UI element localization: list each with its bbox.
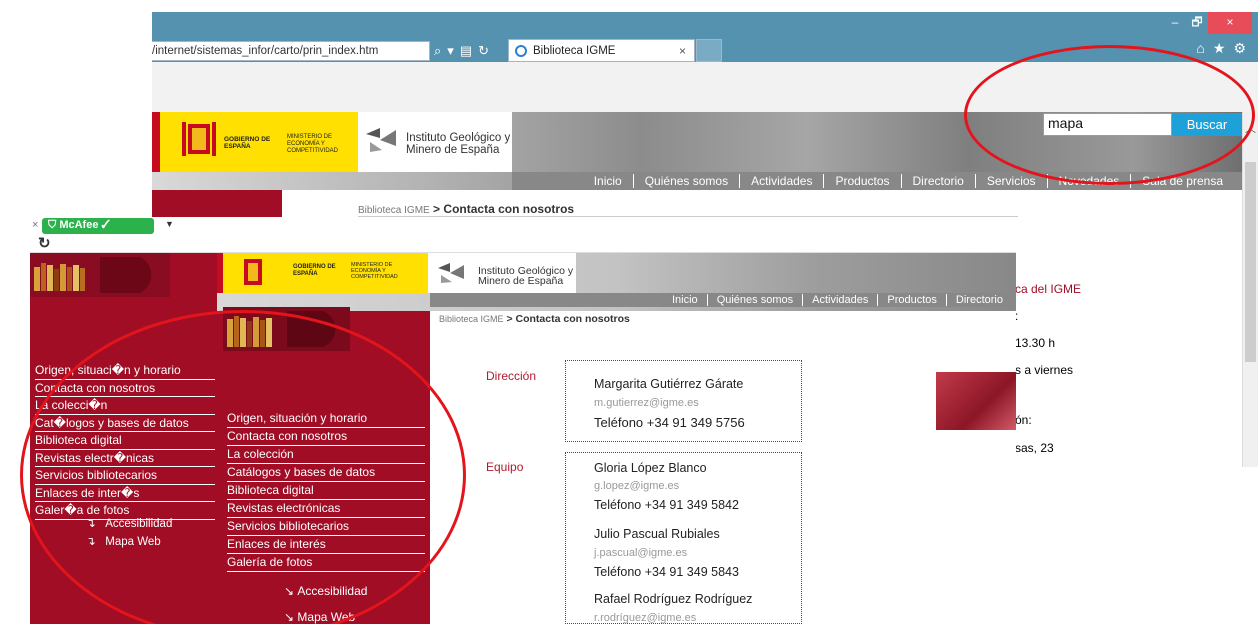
days-fragment: s a viernes bbox=[1015, 363, 1074, 377]
menu-item-quienes-somos[interactable]: Quiénes somos bbox=[634, 174, 741, 188]
menu-item-inicio[interactable]: Inicio bbox=[663, 294, 708, 306]
eu-flag-strip bbox=[152, 112, 160, 172]
chevron-down-icon[interactable]: ▾ bbox=[447, 43, 454, 59]
team-member-email[interactable]: j.pascual@igme.es bbox=[594, 547, 687, 559]
ie-logo-icon bbox=[515, 45, 527, 57]
gobierno-label: GOBIERNO DE ESPAÑA bbox=[224, 136, 271, 150]
igme-logo[interactable]: Instituto Geológico y Minero de España bbox=[358, 112, 512, 172]
street-fragment: sas, 23 bbox=[1015, 441, 1054, 455]
team-member-name: Rafael Rodríguez Rodríguez bbox=[594, 592, 753, 606]
team-member-email[interactable]: r.rodríguez@igme.es bbox=[594, 612, 696, 624]
chevron-down-icon[interactable]: ▼ bbox=[165, 219, 174, 229]
breadcrumb-separator: > bbox=[433, 202, 441, 216]
equipo-label: Equipo bbox=[486, 460, 524, 474]
tab-label: Biblioteca IGME bbox=[533, 45, 616, 57]
director-email[interactable]: m.gutierrez@igme.es bbox=[594, 397, 699, 409]
browser-right-tools: ⌂ ★ ⚙ bbox=[1196, 40, 1246, 57]
mcafee-shield-icon: ⛉ bbox=[48, 219, 57, 231]
menu-item-quienes-somos[interactable]: Quiénes somos bbox=[708, 294, 804, 306]
gobierno-label: GOBIERNO DE ESPAÑA bbox=[293, 264, 336, 277]
director-phone: Teléfono +34 91 349 5756 bbox=[594, 415, 745, 430]
menu-item-inicio[interactable]: Inicio bbox=[583, 174, 634, 188]
menu-item-actividades[interactable]: Actividades bbox=[803, 294, 879, 306]
biblioteca-logo-small[interactable] bbox=[30, 253, 170, 297]
team-member-name: Gloria López Blanco bbox=[594, 461, 707, 475]
igme-logo-icon bbox=[438, 263, 464, 283]
minimize-button[interactable]: – bbox=[1164, 12, 1186, 34]
institute-name: Instituto Geológico y Minero de España bbox=[406, 132, 511, 156]
team-member-phone: Teléfono +34 91 349 5843 bbox=[594, 565, 739, 579]
favorites-star-icon[interactable]: ★ bbox=[1213, 40, 1226, 57]
tab-close-icon[interactable]: × bbox=[679, 44, 686, 58]
compat-icon[interactable]: ▤ bbox=[460, 43, 472, 59]
search-icon[interactable]: ⌕ bbox=[434, 43, 441, 59]
breadcrumb-root[interactable]: Biblioteca IGME bbox=[358, 205, 430, 216]
ministerio-label: MINISTERIO DE ECONOMÍA Y COMPETITIVIDAD bbox=[351, 262, 398, 280]
gear-icon[interactable]: ⚙ bbox=[1233, 40, 1246, 57]
restore-button[interactable]: 🗗 bbox=[1186, 12, 1208, 34]
breadcrumb: Biblioteca IGME > Contacta con nosotros bbox=[358, 202, 574, 216]
igme-logo-icon bbox=[366, 128, 396, 152]
breadcrumb-current: Contacta con nosotros bbox=[443, 202, 575, 216]
highlight-ellipse-nav bbox=[20, 310, 466, 624]
building-photo bbox=[936, 372, 1016, 430]
ministerio-label: MINISTERIO DE ECONOMÍA Y COMPETITIVIDAD bbox=[287, 134, 339, 154]
screenshot-stage: /internet/sistemas_infor/carto/prin_inde… bbox=[0, 0, 1258, 624]
tab-biblioteca-igme[interactable]: Biblioteca IGME × bbox=[508, 39, 695, 62]
check-icon: ✓ bbox=[101, 219, 110, 231]
mcafee-button[interactable]: ⛉ McAfee ✓ bbox=[42, 218, 154, 234]
menu-item-directorio[interactable]: Directorio bbox=[902, 174, 976, 188]
books-logo-icon bbox=[34, 257, 152, 293]
breadcrumb-separator: > bbox=[506, 313, 513, 325]
scrollbar[interactable]: ︿ bbox=[1242, 112, 1258, 467]
home-icon[interactable]: ⌂ bbox=[1196, 40, 1204, 57]
address-tools: ⌕ ▾ ▤ ↻ bbox=[434, 41, 504, 61]
director-name: Margarita Gutiérrez Gárate bbox=[594, 377, 744, 391]
main-menu: Inicio Quiénes somos Actividades Product… bbox=[430, 293, 1016, 307]
address-label-fragment: ón: bbox=[1015, 413, 1032, 427]
menu-item-servicios[interactable]: Servicios bbox=[976, 174, 1048, 188]
refresh-icon[interactable]: ↻ bbox=[478, 43, 489, 59]
close-window-button[interactable]: × bbox=[1208, 12, 1252, 34]
close-icon[interactable]: × bbox=[32, 219, 38, 231]
hours-fragment: 13.30 h bbox=[1015, 336, 1056, 350]
library-name-fragment[interactable]: ca del IGME bbox=[1015, 282, 1081, 296]
menu-item-productos[interactable]: Productos bbox=[824, 174, 902, 188]
igme-logo[interactable]: Instituto Geológico y Minero de España bbox=[428, 253, 576, 293]
mcafee-label: McAfee bbox=[59, 219, 99, 231]
gobierno-logo[interactable]: GOBIERNO DE ESPAÑA MINISTERIO DE ECONOMÍ… bbox=[223, 253, 428, 293]
front-toolbar bbox=[30, 217, 1016, 253]
scrollbar-thumb[interactable] bbox=[1245, 162, 1256, 362]
breadcrumb: Biblioteca IGME > Contacta con nosotros bbox=[439, 313, 630, 325]
menu-item-directorio[interactable]: Directorio bbox=[947, 294, 1012, 306]
institute-name: Instituto Geológico y Minero de España bbox=[478, 265, 574, 287]
menu-item-actividades[interactable]: Actividades bbox=[740, 174, 825, 188]
refresh-icon[interactable]: ↻ bbox=[38, 234, 51, 252]
team-member-name: Julio Pascual Rubiales bbox=[594, 527, 720, 541]
direccion-label: Dirección bbox=[486, 369, 537, 383]
team-member-phone: Teléfono +34 91 349 5842 bbox=[594, 498, 739, 512]
highlight-ellipse-search bbox=[964, 45, 1255, 185]
breadcrumb-current: Contacta con nosotros bbox=[515, 313, 630, 325]
team-member-email[interactable]: g.lopez@igme.es bbox=[594, 480, 679, 492]
breadcrumb-root[interactable]: Biblioteca IGME bbox=[439, 314, 504, 324]
address-bar[interactable]: /internet/sistemas_infor/carto/prin_inde… bbox=[152, 41, 430, 61]
new-tab-button[interactable] bbox=[696, 39, 722, 62]
menu-item-productos[interactable]: Productos bbox=[878, 294, 947, 306]
